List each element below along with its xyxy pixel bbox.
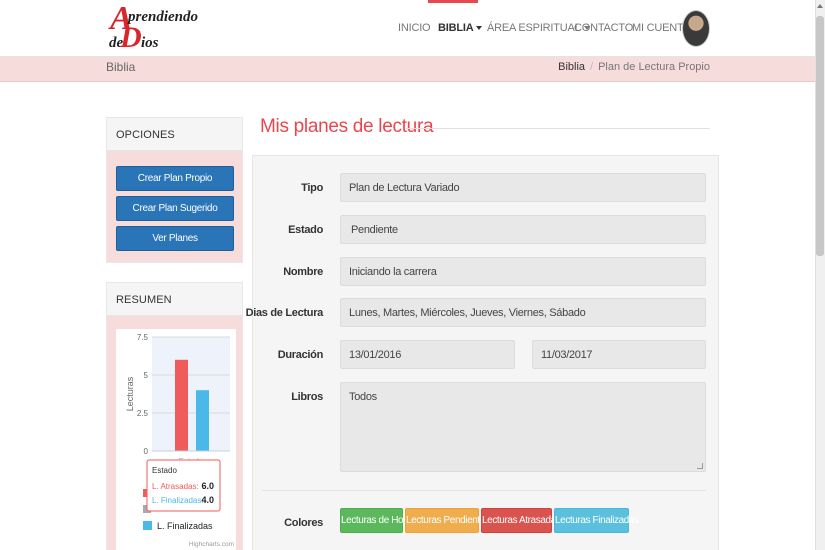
- y-tick-label: 7.5: [137, 333, 149, 342]
- nombre-label: Nombre: [283, 266, 323, 278]
- fecha-inicio-field[interactable]: 13/01/2016: [340, 340, 515, 369]
- avatar[interactable]: [682, 10, 710, 47]
- ver-planes-button[interactable]: Ver Planes: [116, 226, 234, 251]
- tooltip-row-value: 4.0: [201, 495, 214, 505]
- breadcrumb-current: Plan de Lectura Propio: [598, 61, 710, 73]
- y-tick-label: 2.5: [137, 409, 149, 418]
- lecturas-pendientes-button[interactable]: Lecturas Pendientes: [405, 508, 490, 533]
- nav-item-biblia[interactable]: BIBLIA: [438, 22, 483, 34]
- breadcrumb: Biblia / Plan de Lectura Propio: [558, 61, 710, 73]
- chart-credit: Highcharts.com: [189, 541, 234, 548]
- nav-item-label: ÁREA ESPIRITUAL: [487, 22, 581, 34]
- chevron-down-icon: [476, 26, 483, 31]
- duracion-label: Duración: [277, 349, 324, 361]
- tooltip-row-label: L. Finalizadas:: [152, 496, 204, 505]
- scroll-up-arrow-icon[interactable]: [817, 4, 823, 8]
- opciones-panel: OPCIONES Crear Plan Propio Crear Plan Su…: [106, 117, 243, 263]
- page-title: Mis planes de lectura: [260, 116, 434, 137]
- form-divider: [262, 490, 706, 491]
- colores-label: Colores: [284, 517, 323, 529]
- tooltip-title: Estado: [152, 466, 177, 475]
- lecturas-atrasadas-button[interactable]: Lecturas Atrasadas: [481, 508, 561, 533]
- tooltip-row-value: 6.0: [201, 481, 214, 491]
- libros-label: Libros: [291, 391, 323, 403]
- breadcrumb-separator: /: [590, 61, 594, 73]
- site-logo[interactable]: A prendiendo de D ios: [106, 0, 216, 54]
- nav-active-indicator: [428, 0, 478, 3]
- y-axis-title: Lecturas: [125, 376, 135, 411]
- plot-background: [152, 337, 230, 451]
- section-title: Biblia: [106, 60, 136, 74]
- logo-word-ios: ios: [141, 35, 159, 51]
- tooltip-row-label: L. Atrasadas:: [152, 482, 199, 491]
- nav-item-label: CONTACTO: [574, 22, 634, 34]
- bar-l-finalizadas: [196, 390, 209, 451]
- nav-item-contacto[interactable]: CONTACTO: [574, 22, 633, 34]
- estado-select[interactable]: Pendiente: [340, 215, 706, 244]
- dias-lectura-label: Dias de Lectura: [245, 307, 324, 319]
- tipo-label: Tipo: [301, 182, 323, 194]
- crear-plan-sugerido-button[interactable]: Crear Plan Sugerido: [116, 196, 234, 221]
- resumen-title: RESUMEN: [107, 283, 242, 316]
- resumen-panel: RESUMEN 7.5 5 2.5 0 Lecturas Estado L. Finaliz…: [106, 282, 243, 550]
- crear-plan-propio-button[interactable]: Crear Plan Propio: [116, 166, 234, 191]
- lecturas-finalizadas-button[interactable]: Lecturas Finalizadas: [554, 508, 639, 533]
- libros-textarea[interactable]: Todos: [340, 382, 706, 472]
- bar-l-atrasadas: [175, 359, 188, 451]
- legend-marker-finalizadas: [143, 521, 152, 530]
- fecha-fin-field[interactable]: 11/03/2017: [532, 340, 706, 369]
- nombre-field[interactable]: Iniciando la carrera: [340, 257, 706, 286]
- lecturas-de-hoy-button[interactable]: Lecturas de Hoy: [340, 508, 408, 533]
- opciones-title: OPCIONES: [107, 118, 242, 151]
- dias-lectura-field[interactable]: Lunes, Martes, Miércoles, Jueves, Vierne…: [340, 298, 706, 327]
- legend-label: L. Finalizadas: [157, 521, 213, 531]
- scrollbar-thumb[interactable]: [816, 16, 824, 256]
- estado-label: Estado: [288, 224, 323, 236]
- summary-chart: 7.5 5 2.5 0 Lecturas Estado L. Finalizadas High…: [116, 329, 236, 550]
- y-tick-label: 0: [144, 447, 149, 456]
- logo-letter-d: D: [120, 21, 142, 54]
- nav-item-inicio[interactable]: INICIO: [398, 22, 431, 34]
- top-navbar: A prendiendo de D ios INICIO BIBLIA ÁREA…: [0, 0, 815, 57]
- chart-svg: 7.5 5 2.5 0 Lecturas Estado L. Finalizadas High…: [125, 333, 234, 548]
- tipo-field[interactable]: Plan de Lectura Variado: [340, 173, 706, 202]
- libros-value: Todos: [349, 391, 377, 403]
- nav-item-label: BIBLIA: [438, 22, 474, 34]
- nav-item-label: INICIO: [398, 22, 431, 34]
- breadcrumb-link-biblia[interactable]: Biblia: [558, 61, 585, 73]
- title-divider: [406, 128, 710, 129]
- resize-handle-icon[interactable]: [697, 463, 703, 469]
- y-tick-label: 5: [144, 371, 149, 380]
